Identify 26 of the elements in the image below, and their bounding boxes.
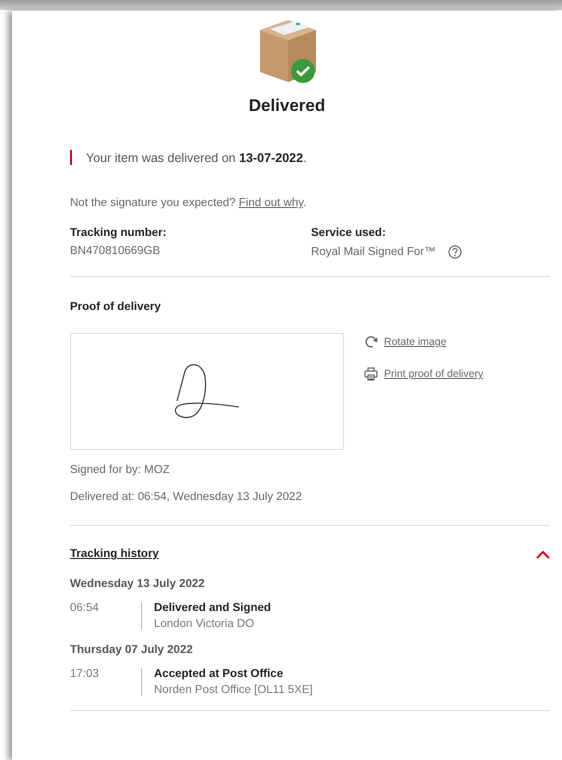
status-title: Delivered (248, 96, 326, 116)
detail-label: Tracking number: (70, 227, 168, 239)
detail-value: Royal Mail Signed For™ (311, 246, 436, 258)
find-out-why-link[interactable]: Find out why (238, 197, 304, 209)
signed-for-text: Signed for by: MOZ (70, 464, 171, 476)
tracking-history-toggle[interactable]: Tracking history (70, 548, 159, 560)
detail-label: Service used: (311, 227, 387, 239)
event-location: London Victoria DO (154, 618, 256, 630)
signature-note: Not the signature you expected? Find out why. (70, 197, 308, 209)
chevron-up-icon[interactable] (536, 550, 550, 558)
rotate-icon (364, 335, 378, 349)
print-link[interactable]: Print proof of delivery (364, 367, 484, 381)
event-status: Accepted at Post Office (154, 668, 284, 680)
event-location: Norden Post Office [OL11 5XE] (154, 684, 314, 696)
help-icon[interactable] (448, 245, 462, 259)
event-status: Delivered and Signed (154, 602, 272, 614)
delivery-message: Your item was delivered on 13-07-2022. (86, 150, 307, 164)
event-time: 06:54 (70, 602, 100, 616)
delivered-at-text: Delivered at: 06:54, Wednesday 13 July 2022 (70, 491, 303, 503)
section-title: Proof of delivery (70, 301, 162, 313)
history-date: Thursday 07 July 2022 (70, 644, 194, 656)
history-date: Wednesday 13 July 2022 (70, 578, 206, 590)
event-time: 17:03 (70, 668, 100, 682)
printer-icon (364, 367, 378, 381)
rotate-link[interactable]: Rotate image (364, 335, 484, 349)
detail-value: BN470810669GB (70, 245, 160, 257)
